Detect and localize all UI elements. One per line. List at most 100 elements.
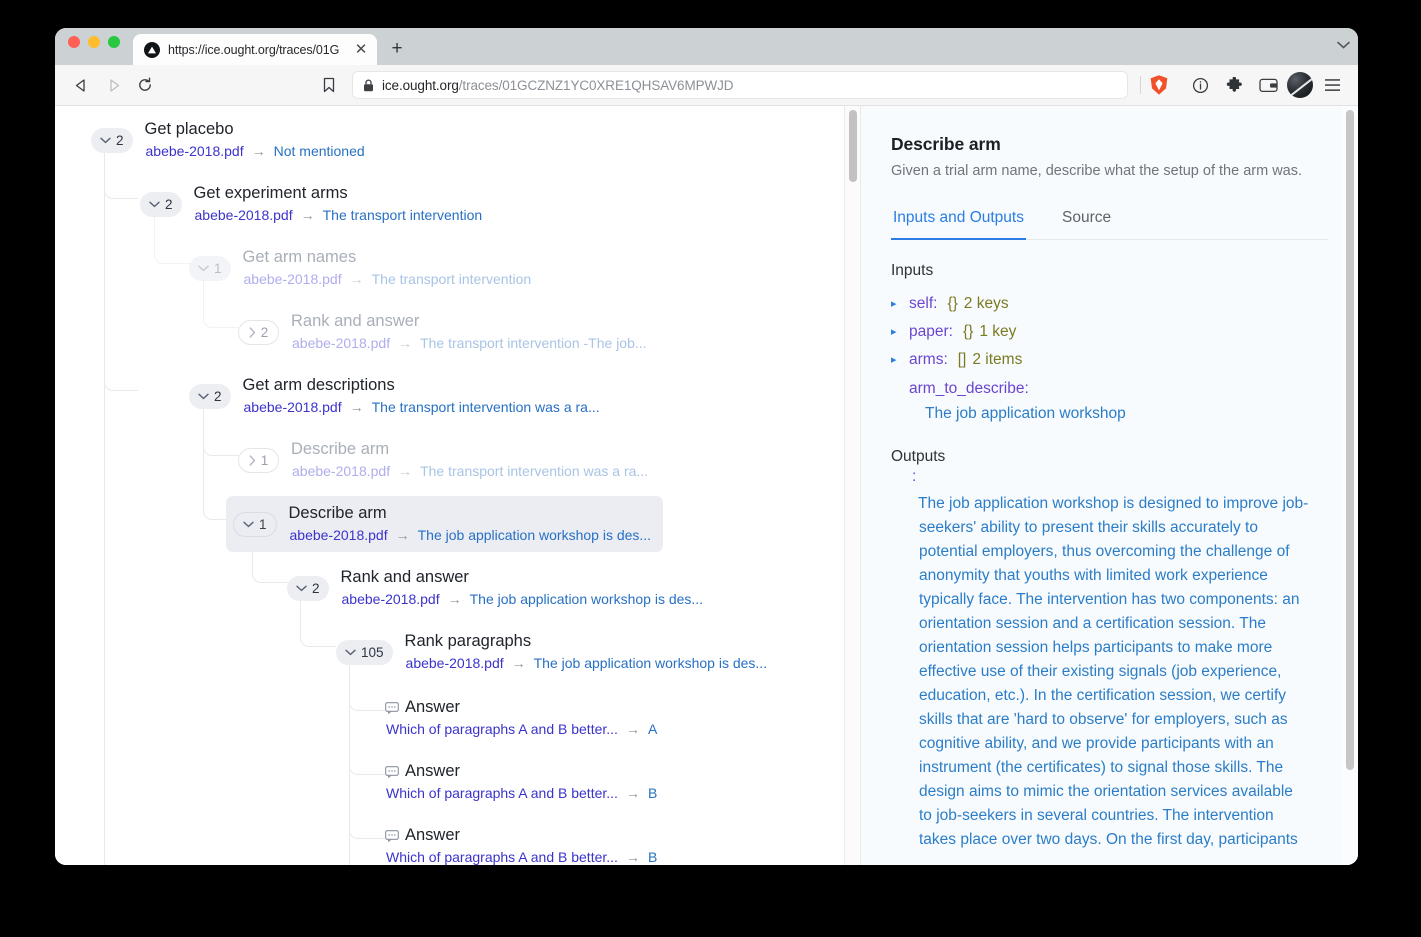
forward-arrow-icon[interactable] xyxy=(98,70,128,100)
node-toggle-badge[interactable]: 1 xyxy=(238,447,279,473)
triangle-right-icon[interactable]: ▸ xyxy=(891,298,903,310)
node-source[interactable]: abebe-2018.pdf xyxy=(292,462,390,481)
trace-tree-pane[interactable]: 2 Get placebo abebe-2018.pdf → Not menti… xyxy=(55,106,860,865)
node-toggle-badge[interactable]: 2 xyxy=(140,191,182,217)
chat-bubble-icon xyxy=(385,701,399,714)
browser-tab[interactable]: https://ice.ought.org/traces/01G ✕ xyxy=(133,34,377,65)
tree-node-get-experiment-arms[interactable]: 2 Get experiment arms abebe-2018.pdf → T… xyxy=(133,176,494,232)
node-value[interactable]: The transport intervention xyxy=(372,270,532,289)
close-window-button[interactable] xyxy=(68,35,80,48)
bookmark-icon[interactable] xyxy=(314,70,344,100)
hamburger-menu-icon[interactable] xyxy=(1317,70,1347,100)
node-value[interactable]: Not mentioned xyxy=(274,142,365,161)
node-subtitle: Which of paragraphs A and B better... → … xyxy=(385,784,657,803)
brave-shield-icon[interactable] xyxy=(1145,71,1173,99)
minimize-window-button[interactable] xyxy=(88,35,100,48)
outputs-text: The job application workshop is designed… xyxy=(918,495,1309,848)
page-title: Describe arm xyxy=(891,134,1001,154)
node-labels: Answer Which of paragraphs A and B bette… xyxy=(385,825,657,865)
answer-value[interactable]: B xyxy=(648,848,657,865)
answer-question[interactable]: Which of paragraphs A and B better... xyxy=(386,784,618,803)
detail-scrollbar[interactable] xyxy=(1342,106,1358,865)
tree-node-get-placebo[interactable]: 2 Get placebo abebe-2018.pdf → Not menti… xyxy=(84,112,377,168)
tab-title: https://ice.ought.org/traces/01G xyxy=(168,42,340,57)
node-child-count: 1 xyxy=(260,452,269,468)
tree-node-answer[interactable]: Answer Which of paragraphs A and B bette… xyxy=(385,754,669,810)
node-toggle-badge[interactable]: 2 xyxy=(189,383,231,409)
node-source[interactable]: abebe-2018.pdf xyxy=(146,142,244,161)
tree-node-get-arm-descriptions[interactable]: 2 Get arm descriptions abebe-2018.pdf → … xyxy=(182,368,612,424)
input-count: 2 keys xyxy=(963,295,1009,312)
tab-inputs-and-outputs[interactable]: Inputs and Outputs xyxy=(891,203,1026,240)
tab-source[interactable]: Source xyxy=(1060,203,1113,239)
browser-toolbar: ice.ought.org/traces/01GCZNZ1YC0XRE1QHSA… xyxy=(55,65,1358,106)
node-subtitle: Which of paragraphs A and B better... → … xyxy=(385,848,657,865)
input-row-arms[interactable]: ▸ arms: [] 2 items xyxy=(891,346,1328,374)
node-value[interactable]: The transport intervention -The job... xyxy=(420,334,646,353)
reload-icon[interactable] xyxy=(130,70,160,100)
node-toggle-badge[interactable]: 1 xyxy=(233,511,277,537)
input-key: arm_to_describe: xyxy=(909,380,1029,397)
address-bar[interactable]: ice.ought.org/traces/01GCZNZ1YC0XRE1QHSA… xyxy=(352,71,1128,99)
node-source[interactable]: abebe-2018.pdf xyxy=(292,334,390,353)
node-source[interactable]: abebe-2018.pdf xyxy=(406,654,504,673)
tree-node-answer[interactable]: Answer Which of paragraphs A and B bette… xyxy=(385,690,669,746)
node-title: Answer xyxy=(405,762,461,780)
tree-node-rank-paragraphs[interactable]: 105 Rank paragraphs abebe-2018.pdf → The… xyxy=(329,624,779,680)
tree-node-rank-and-answer[interactable]: 2 Rank and answer abebe-2018.pdf → The j… xyxy=(280,560,715,616)
back-arrow-icon[interactable] xyxy=(66,70,96,100)
node-value[interactable]: The transport intervention xyxy=(323,206,483,225)
node-value[interactable]: The transport intervention was a ra... xyxy=(420,462,648,481)
tree-node-answer[interactable]: Answer Which of paragraphs A and B bette… xyxy=(385,818,669,865)
input-row-self[interactable]: ▸ self: {} 2 keys xyxy=(891,290,1328,318)
node-toggle-badge[interactable]: 105 xyxy=(336,639,393,665)
node-toggle-badge[interactable]: 2 xyxy=(287,575,329,601)
triangle-right-icon[interactable]: ▸ xyxy=(891,354,903,366)
node-value[interactable]: The job application workshop is des... xyxy=(418,526,651,545)
node-source[interactable]: abebe-2018.pdf xyxy=(195,206,293,225)
answer-question[interactable]: Which of paragraphs A and B better... xyxy=(386,720,618,739)
new-tab-button[interactable]: + xyxy=(383,34,411,62)
maximize-window-button[interactable] xyxy=(108,35,120,48)
tree-scrollbar-thumb[interactable] xyxy=(849,110,857,182)
node-source[interactable]: abebe-2018.pdf xyxy=(244,270,342,289)
node-toggle-badge[interactable]: 1 xyxy=(189,255,231,281)
node-value[interactable]: The job application workshop is des... xyxy=(534,654,767,673)
detail-pane: Describe arm Given a trial arm name, des… xyxy=(860,106,1358,865)
answer-value[interactable]: A xyxy=(648,720,657,739)
wallet-icon[interactable] xyxy=(1253,70,1283,100)
node-subtitle: abebe-2018.pdf → The job application wor… xyxy=(405,654,768,673)
tree-node-get-arm-names[interactable]: 1 Get arm names abebe-2018.pdf → The tra… xyxy=(182,240,543,296)
inputs-heading: Inputs xyxy=(891,262,934,279)
node-value[interactable]: The transport intervention was a ra... xyxy=(372,398,600,417)
arrow-right-icon: → xyxy=(625,849,640,865)
answer-question[interactable]: Which of paragraphs A and B better... xyxy=(386,848,618,865)
node-value[interactable]: The job application workshop is des... xyxy=(470,590,703,609)
triangle-right-icon[interactable]: ▸ xyxy=(891,326,903,338)
node-labels: Answer Which of paragraphs A and B bette… xyxy=(385,697,657,739)
input-row-paper[interactable]: ▸ paper: {} 1 key xyxy=(891,318,1328,346)
answer-value[interactable]: B xyxy=(648,784,657,803)
chat-bubble-icon xyxy=(385,765,399,778)
chat-bubble-icon xyxy=(385,829,399,842)
tree-node-describe-arm-collapsed[interactable]: 1 Describe arm abebe-2018.pdf → The tran… xyxy=(231,432,660,488)
node-subtitle: abebe-2018.pdf → Not mentioned xyxy=(145,142,365,161)
detail-scrollbar-thumb[interactable] xyxy=(1346,110,1354,770)
profile-avatar-icon[interactable] xyxy=(1287,72,1313,98)
tree-scrollbar[interactable] xyxy=(844,106,860,865)
tree-node-describe-arm-selected[interactable]: 1 Describe arm abebe-2018.pdf → The job … xyxy=(226,496,664,552)
info-circle-icon[interactable] xyxy=(1185,70,1215,100)
node-source[interactable]: abebe-2018.pdf xyxy=(290,526,388,545)
puzzle-piece-icon[interactable] xyxy=(1219,70,1249,100)
tree-node-rank-and-answer-collapsed[interactable]: 2 Rank and answer abebe-2018.pdf → The t… xyxy=(231,304,659,360)
node-labels: Describe arm abebe-2018.pdf → The job ap… xyxy=(289,503,652,545)
toolbar-divider xyxy=(1140,76,1141,94)
node-source[interactable]: abebe-2018.pdf xyxy=(342,590,440,609)
node-labels: Answer Which of paragraphs A and B bette… xyxy=(385,761,657,803)
node-toggle-badge[interactable]: 2 xyxy=(238,319,279,345)
node-source[interactable]: abebe-2018.pdf xyxy=(244,398,342,417)
node-toggle-badge[interactable]: 2 xyxy=(91,127,133,153)
chevron-down-icon[interactable] xyxy=(1328,28,1358,65)
detail-tabs: Inputs and Outputs Source xyxy=(891,203,1328,240)
close-icon[interactable]: ✕ xyxy=(353,42,369,58)
